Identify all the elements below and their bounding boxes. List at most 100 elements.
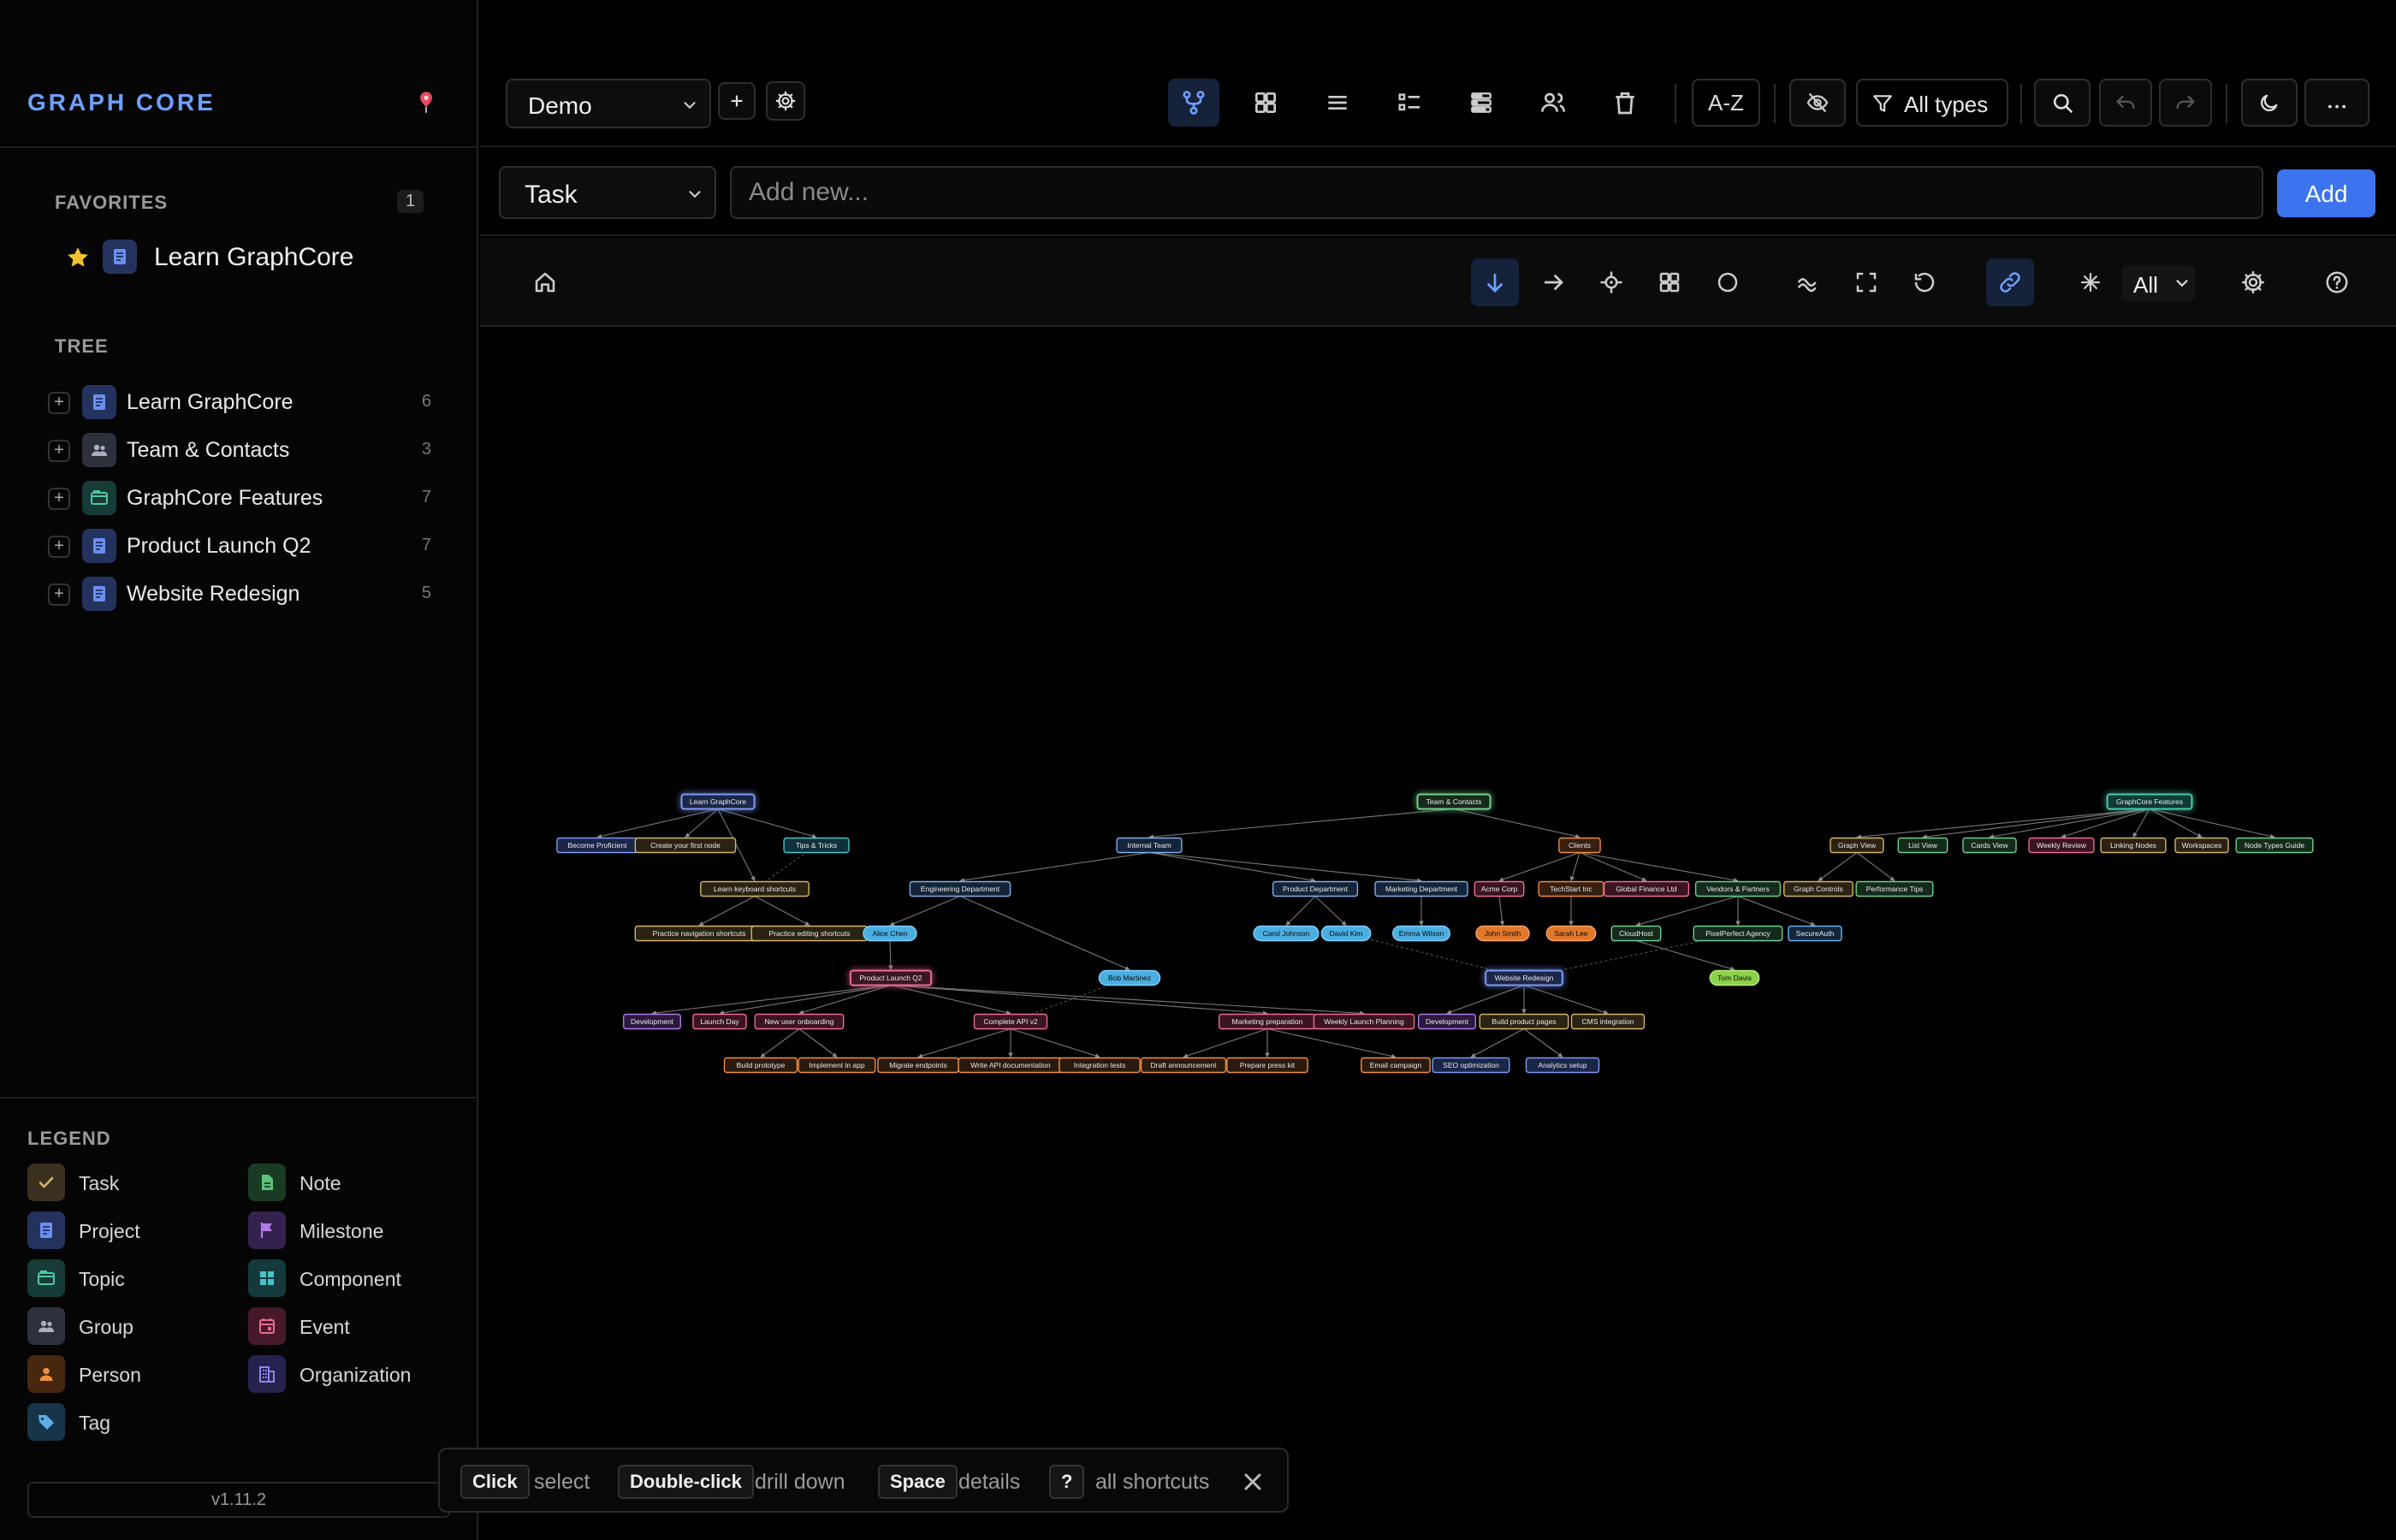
expand-button[interactable]: + <box>48 392 70 414</box>
graph-node[interactable]: Sarah Lee <box>1545 925 1597 942</box>
timeline-view-button[interactable] <box>1456 79 1507 127</box>
graph-node[interactable]: Bob Martinez <box>1098 969 1161 986</box>
cards-view-button[interactable] <box>1240 79 1291 127</box>
checklist-view-button[interactable] <box>1384 79 1435 127</box>
edge-style-button[interactable] <box>1784 258 1832 306</box>
graph-node[interactable]: Website Redesign <box>1485 969 1563 986</box>
graph-node[interactable]: Workspaces <box>2174 837 2229 854</box>
workspace-settings-button[interactable] <box>766 81 805 121</box>
graph-node[interactable]: Practice editing shortcuts <box>750 925 869 942</box>
tree-item-graphcore-features[interactable]: + GraphCore Features 7 <box>48 477 442 518</box>
redo-button[interactable] <box>2159 79 2212 127</box>
show-links-button[interactable] <box>1986 258 2034 306</box>
depth-filter-select[interactable]: All <box>2121 265 2195 301</box>
graph-settings-button[interactable] <box>2229 258 2277 306</box>
graph-node[interactable]: Clients <box>1558 837 1601 854</box>
tree-item-website-redesign[interactable]: + Website Redesign 5 <box>48 573 442 614</box>
graph-node[interactable]: Create your first node <box>634 837 737 854</box>
graph-node[interactable]: Alice Chen <box>863 925 917 942</box>
fit-view-button[interactable] <box>1842 258 1890 306</box>
graph-view-button[interactable] <box>1168 79 1219 127</box>
graph-node[interactable]: Graph Controls <box>1783 880 1853 897</box>
graph-canvas[interactable]: Learn GraphCore Become Proficient Create y… <box>480 329 2396 1540</box>
theme-toggle-button[interactable] <box>2241 79 2298 127</box>
graph-node[interactable]: Emma Wilson <box>1391 925 1450 942</box>
graph-node[interactable]: David Kim <box>1320 925 1372 942</box>
graph-node[interactable]: Engineering Department <box>909 880 1011 897</box>
graph-node[interactable]: Product Launch Q2 <box>849 969 933 986</box>
graph-node[interactable]: Build product pages <box>1479 1013 1569 1030</box>
graph-node[interactable]: Cards View <box>1962 837 2017 854</box>
graph-node[interactable]: Analytics setup <box>1525 1057 1600 1074</box>
type-filter-button[interactable]: All types <box>1856 79 2008 127</box>
layout-horizontal-button[interactable] <box>1529 258 1577 306</box>
graph-node[interactable]: Tom Davis <box>1709 969 1760 986</box>
graph-node[interactable]: Launch Day <box>692 1013 747 1030</box>
expand-button[interactable]: + <box>48 536 70 558</box>
search-button[interactable] <box>2034 79 2091 127</box>
tree-item-learn-graphcore[interactable]: + Learn GraphCore 6 <box>48 382 442 423</box>
graph-node[interactable]: Performance Tips <box>1855 880 1934 897</box>
graph-node[interactable]: Email campaign <box>1361 1057 1431 1074</box>
graph-node[interactable]: Global Finance Ltd <box>1603 880 1690 897</box>
graph-node[interactable]: TechStart Inc <box>1538 880 1604 897</box>
add-workspace-button[interactable] <box>718 82 756 120</box>
reset-layout-button[interactable] <box>1901 258 1948 306</box>
expand-button[interactable]: + <box>48 583 70 606</box>
sort-az-button[interactable]: A-Z <box>1692 79 1760 127</box>
layout-radial-button[interactable] <box>1587 258 1635 306</box>
node-type-select[interactable]: Task <box>499 166 716 219</box>
trash-view-button[interactable] <box>1599 79 1651 127</box>
graph-node[interactable]: Draft announcement <box>1140 1057 1227 1074</box>
graph-node[interactable]: Weekly Launch Planning <box>1313 1013 1415 1030</box>
graph-svg[interactable]: Learn GraphCore Become Proficient Create y… <box>480 329 2396 1540</box>
graph-node[interactable]: GraphCore Features <box>2106 793 2193 810</box>
graph-node[interactable]: SEO optimization <box>1432 1057 1510 1074</box>
graph-node[interactable]: SecureAuth <box>1788 925 1842 942</box>
layout-grid-button[interactable] <box>1646 258 1693 306</box>
graph-node[interactable]: Marketing Department <box>1374 880 1468 897</box>
graph-node[interactable]: Linking Nodes <box>2100 837 2167 854</box>
graph-node[interactable]: Tips & Tricks <box>783 837 850 854</box>
expand-button[interactable]: + <box>48 488 70 510</box>
graph-node[interactable]: Product Department <box>1272 880 1359 897</box>
graph-node[interactable]: Team & Contacts <box>1416 793 1492 810</box>
focus-mode-button[interactable] <box>2067 258 2114 306</box>
graph-node[interactable]: Practice navigation shortcuts <box>634 925 764 942</box>
graph-node[interactable]: CMS integration <box>1570 1013 1646 1030</box>
graph-node[interactable]: Migrate endpoints <box>877 1057 959 1074</box>
graph-node[interactable]: Integration tests <box>1059 1057 1141 1074</box>
graph-node[interactable]: Development <box>1417 1013 1476 1030</box>
help-button[interactable] <box>2313 258 2361 306</box>
graph-node[interactable]: Prepare press kit <box>1226 1057 1308 1074</box>
expand-button[interactable]: + <box>48 440 70 462</box>
layout-circle-button[interactable] <box>1704 258 1752 306</box>
graph-node[interactable]: Graph View <box>1830 837 1884 854</box>
graph-node[interactable]: CloudHost <box>1610 925 1662 942</box>
graph-node[interactable]: Build prototype <box>723 1057 798 1074</box>
graph-node[interactable]: Carol Johnson <box>1253 925 1320 942</box>
graph-node[interactable]: New user onboarding <box>754 1013 845 1030</box>
graph-node[interactable]: Development <box>623 1013 682 1030</box>
graph-node[interactable]: Vendors & Partners <box>1694 880 1782 897</box>
people-view-button[interactable] <box>1527 79 1579 127</box>
favorite-item[interactable]: Learn GraphCore <box>65 236 459 281</box>
workspace-select[interactable]: Demo <box>506 79 711 128</box>
graph-node[interactable]: Become Proficient <box>556 837 638 854</box>
more-menu-button[interactable] <box>2304 79 2369 127</box>
add-new-input[interactable] <box>730 166 2263 219</box>
layout-vertical-button[interactable] <box>1471 258 1519 306</box>
graph-node[interactable]: Learn keyboard shortcuts <box>700 880 810 897</box>
graph-node[interactable]: List View <box>1897 837 1948 854</box>
graph-node[interactable]: Complete API v2 <box>973 1013 1048 1030</box>
home-button[interactable] <box>521 258 569 306</box>
graph-node[interactable]: Implement in app <box>798 1057 876 1074</box>
graph-node[interactable]: John Smith <box>1475 925 1530 942</box>
graph-node[interactable]: Weekly Review <box>2028 837 2095 854</box>
tree-item-product-launch-q2[interactable]: + Product Launch Q2 7 <box>48 525 442 566</box>
graph-node[interactable]: Marketing preparation <box>1218 1013 1316 1030</box>
toggle-hidden-button[interactable] <box>1789 79 1846 127</box>
graph-node[interactable]: Acme Corp <box>1474 880 1525 897</box>
add-button[interactable]: Add <box>2277 169 2375 217</box>
list-view-button[interactable] <box>1312 79 1363 127</box>
